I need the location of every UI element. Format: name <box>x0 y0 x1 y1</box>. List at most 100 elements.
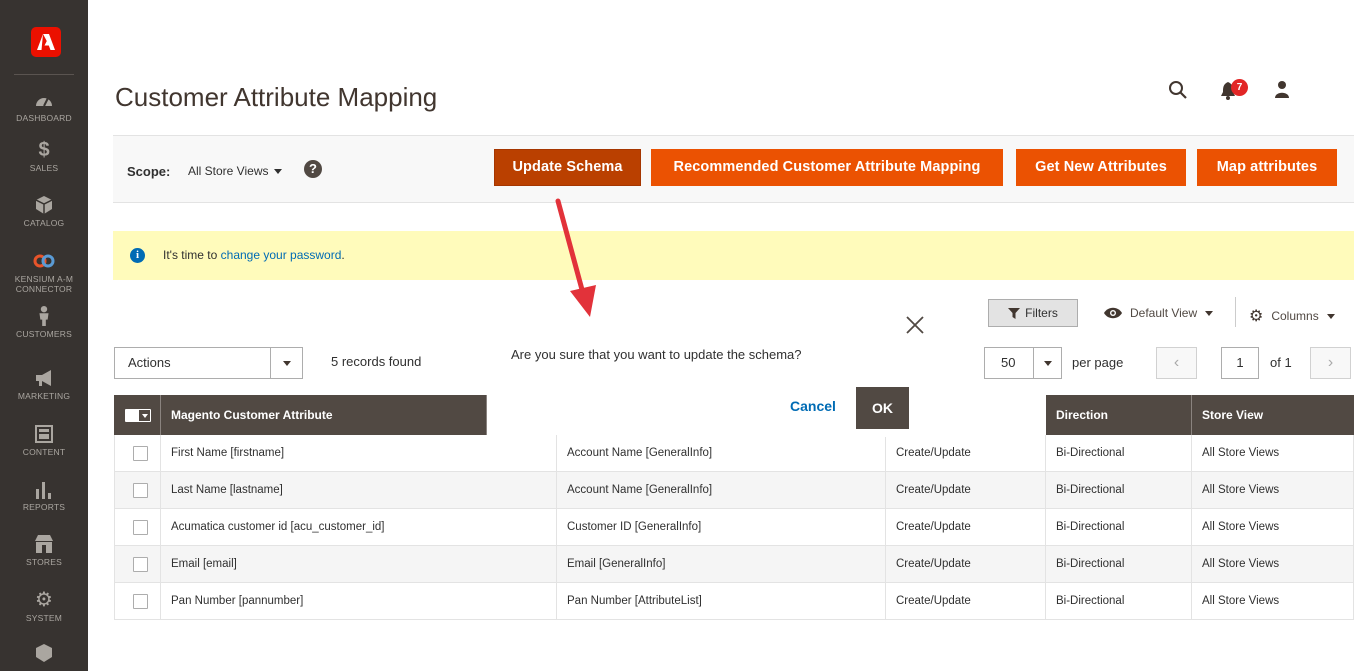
notifications-button[interactable]: 7 <box>1220 79 1250 102</box>
direction-cell: Bi-Directional <box>1046 472 1192 509</box>
mass-select-header[interactable] <box>114 395 161 435</box>
store-view-cell: All Store Views <box>1192 472 1354 509</box>
update-schema-button[interactable]: Update Schema <box>494 149 641 186</box>
column-header-direction[interactable]: Direction <box>1046 395 1192 435</box>
store-view-cell: All Store Views <box>1192 509 1354 546</box>
mass-actions-dropdown[interactable]: Actions <box>114 347 303 379</box>
person-icon <box>39 306 49 326</box>
filters-button[interactable]: Filters <box>988 299 1078 327</box>
magento-attribute-cell: Email [email] <box>161 546 557 583</box>
table-row: Last Name [lastname] Account Name [Gener… <box>114 472 1354 509</box>
page-number-input[interactable]: 1 <box>1221 347 1259 379</box>
close-icon[interactable] <box>906 316 924 334</box>
chevron-down-icon <box>1326 313 1335 319</box>
acumatica-attribute-cell: Account Name [GeneralInfo] <box>557 472 886 509</box>
page-total: of 1 <box>1270 355 1292 370</box>
row-select-cell <box>114 509 161 546</box>
action-cell: Create/Update <box>886 546 1046 583</box>
records-count: 5 records found <box>331 354 422 369</box>
dashboard-icon <box>36 97 52 107</box>
row-checkbox[interactable] <box>133 557 148 572</box>
sidebar-item-kensium[interactable]: KENSIUM A-M CONNECTOR <box>0 251 88 294</box>
sidebar-item-customers[interactable]: CUSTOMERS <box>0 306 88 339</box>
recommended-mapping-button[interactable]: Recommended Customer Attribute Mapping <box>651 149 1003 186</box>
modal-panel-edge <box>557 430 932 437</box>
password-notice: i It's time to change your password. <box>113 231 1354 280</box>
page-actions-bar: Scope: All Store Views ? Update Schema R… <box>113 135 1354 203</box>
notice-prefix: It's time to <box>163 248 221 262</box>
columns-label: Columns <box>1271 309 1319 323</box>
actions-label: Actions <box>128 355 171 370</box>
row-select-cell <box>114 583 161 620</box>
acumatica-attribute-cell: Email [GeneralInfo] <box>557 546 886 583</box>
scope-label: Scope: <box>127 164 171 179</box>
chevron-down-icon <box>1033 348 1061 378</box>
scope-value: All Store Views <box>188 164 269 178</box>
user-icon[interactable] <box>1272 80 1292 100</box>
filters-label: Filters <box>1025 306 1058 320</box>
notice-suffix: . <box>341 248 345 262</box>
sidebar-item-dashboard[interactable]: DASHBOARD <box>0 90 88 123</box>
store-view-cell: All Store Views <box>1192 435 1354 472</box>
view-label: Default View <box>1130 306 1198 320</box>
dollar-icon: $ <box>38 139 50 161</box>
table-row: Acumatica customer id [acu_customer_id] … <box>114 509 1354 546</box>
bar-chart-icon <box>36 482 51 499</box>
sidebar-item-label: CONTENT <box>22 447 66 457</box>
annotation-arrow <box>555 198 596 317</box>
sidebar-item-sales[interactable]: $ SALES <box>0 140 88 173</box>
help-icon[interactable]: ? <box>304 160 322 178</box>
scope-switcher[interactable]: All Store Views <box>188 164 283 178</box>
previous-page-button[interactable]: ‹ <box>1156 347 1197 379</box>
direction-cell: Bi-Directional <box>1046 435 1192 472</box>
sidebar-item-more[interactable] <box>0 643 88 666</box>
sidebar-item-label: CUSTOMERS <box>16 329 72 339</box>
magento-attribute-cell: Last Name [lastname] <box>161 472 557 509</box>
per-page-label: per page <box>1072 355 1124 370</box>
columns-control[interactable]: ⚙ Columns <box>1249 306 1335 326</box>
row-checkbox[interactable] <box>133 446 148 461</box>
sidebar-item-reports[interactable]: REPORTS <box>0 479 88 512</box>
admin-sidebar: DASHBOARD $ SALES CATALOG KENSIUM A-M CO… <box>0 0 88 671</box>
column-header-store-view[interactable]: Store View <box>1192 395 1354 435</box>
infinity-icon <box>33 254 55 268</box>
sidebar-item-marketing[interactable]: MARKETING <box>0 368 88 401</box>
action-cell: Create/Update <box>886 435 1046 472</box>
mass-select-checkbox[interactable] <box>125 409 151 422</box>
acumatica-attribute-cell: Customer ID [GeneralInfo] <box>557 509 886 546</box>
gear-icon: ⚙ <box>1249 308 1264 325</box>
chevron-down-icon <box>1205 310 1214 316</box>
sidebar-item-label: KENSIUM A-M CONNECTOR <box>14 274 74 294</box>
search-icon[interactable] <box>1168 80 1188 100</box>
sidebar-item-system[interactable]: ⚙ SYSTEM <box>0 590 88 623</box>
adobe-logo[interactable] <box>31 27 61 57</box>
column-header-magento-attribute[interactable]: Magento Customer Attribute <box>161 395 487 435</box>
row-checkbox[interactable] <box>133 483 148 498</box>
layout-icon <box>35 425 53 443</box>
ok-button[interactable]: OK <box>856 387 909 429</box>
sidebar-item-catalog[interactable]: CATALOG <box>0 195 88 228</box>
row-checkbox[interactable] <box>133 520 148 535</box>
box-icon <box>36 644 52 662</box>
chevron-right-icon: › <box>1327 354 1334 371</box>
row-select-cell <box>114 546 161 583</box>
action-cell: Create/Update <box>886 472 1046 509</box>
gear-icon: ⚙ <box>35 589 53 611</box>
next-page-button[interactable]: › <box>1310 347 1351 379</box>
sidebar-item-content[interactable]: CONTENT <box>0 424 88 457</box>
sidebar-item-label: STORES <box>26 557 62 567</box>
map-attributes-button[interactable]: Map attributes <box>1197 149 1337 186</box>
sidebar-item-stores[interactable]: STORES <box>0 534 88 567</box>
cancel-button[interactable]: Cancel <box>790 398 836 414</box>
confirm-message: Are you sure that you want to update the… <box>511 347 802 362</box>
direction-cell: Bi-Directional <box>1046 546 1192 583</box>
change-password-link[interactable]: change your password <box>221 248 342 262</box>
get-new-attributes-button[interactable]: Get New Attributes <box>1016 149 1186 186</box>
magento-attribute-cell: First Name [firstname] <box>161 435 557 472</box>
row-checkbox[interactable] <box>133 594 148 609</box>
per-page-value: 50 <box>1001 355 1016 370</box>
view-switcher[interactable]: Default View <box>1104 306 1214 320</box>
sidebar-item-label: MARKETING <box>17 391 71 401</box>
chevron-down-icon <box>274 169 283 175</box>
per-page-select[interactable]: 50 <box>984 347 1062 379</box>
